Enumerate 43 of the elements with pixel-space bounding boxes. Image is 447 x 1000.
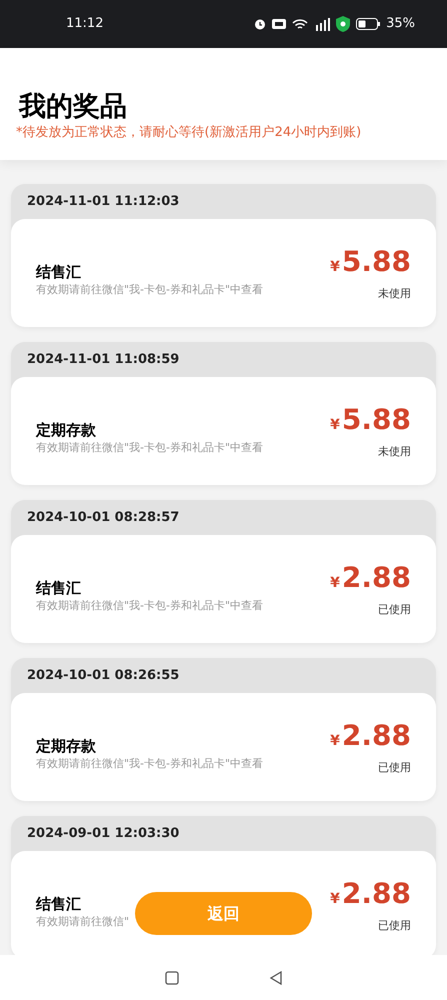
prize-amount: 2.88: [342, 560, 411, 596]
prize-hint: 有效期请前往微信"我-卡包-券和礼品卡"中查看: [36, 282, 264, 296]
prize-status: 已使用: [378, 602, 411, 618]
hd-icon: [272, 19, 286, 29]
prize-name: 定期存款: [36, 420, 96, 440]
prize-hint: 有效期请前往微信"我-卡包-券和礼品卡"中查看: [36, 440, 264, 454]
prize-date: 2024-10-01 08:28:57: [27, 508, 180, 527]
prize-status: 已使用: [378, 918, 411, 934]
notice-text: *待发放为正常状态，请耐心等待(新激活用户24小时内到账): [16, 124, 362, 142]
back-nav-icon[interactable]: [268, 970, 282, 984]
prize-hint: 有效期请前往微信"我-卡包-券和礼品卡"中查看: [36, 598, 264, 612]
status-time: 11:12: [66, 15, 104, 34]
battery-icon: [356, 18, 380, 30]
currency-symbol: ¥: [330, 574, 340, 593]
currency-symbol: ¥: [330, 258, 340, 277]
prize-date: 2024-11-01 11:12:03: [27, 192, 180, 211]
home-nav-icon[interactable]: [164, 970, 178, 984]
alarm-icon: [254, 18, 266, 30]
signal-icon: [314, 18, 330, 30]
currency-symbol: ¥: [330, 732, 340, 751]
prize-status: 已使用: [378, 760, 411, 776]
prize-amount: 5.88: [342, 244, 411, 280]
prize-name: 结售汇: [36, 578, 81, 598]
shield-icon: [336, 16, 350, 32]
page-title: 我的奖品: [19, 90, 128, 124]
prize-name: 结售汇: [36, 894, 81, 914]
prize-status: 未使用: [378, 286, 411, 302]
prize-hint: 有效期请前往微信"我-卡包-券和礼品卡"中查看: [36, 756, 264, 770]
prize-date: 2024-11-01 11:08:59: [27, 350, 180, 369]
prize-status: 未使用: [378, 444, 411, 460]
prize-amount: 2.88: [342, 718, 411, 754]
prize-date: 2024-09-01 12:03:30: [27, 824, 180, 843]
prize-date: 2024-10-01 08:26:55: [27, 666, 180, 685]
currency-symbol: ¥: [330, 890, 340, 909]
prize-amount: 2.88: [342, 876, 411, 912]
battery-percent: 35%: [386, 15, 415, 34]
prize-hint: 有效期请前往微信": [36, 914, 130, 928]
prize-name: 结售汇: [36, 262, 81, 282]
wifi-icon: [292, 18, 308, 30]
back-button[interactable]: 返回: [135, 892, 312, 935]
prize-amount: 5.88: [342, 402, 411, 438]
prize-name: 定期存款: [36, 736, 96, 756]
currency-symbol: ¥: [330, 416, 340, 435]
